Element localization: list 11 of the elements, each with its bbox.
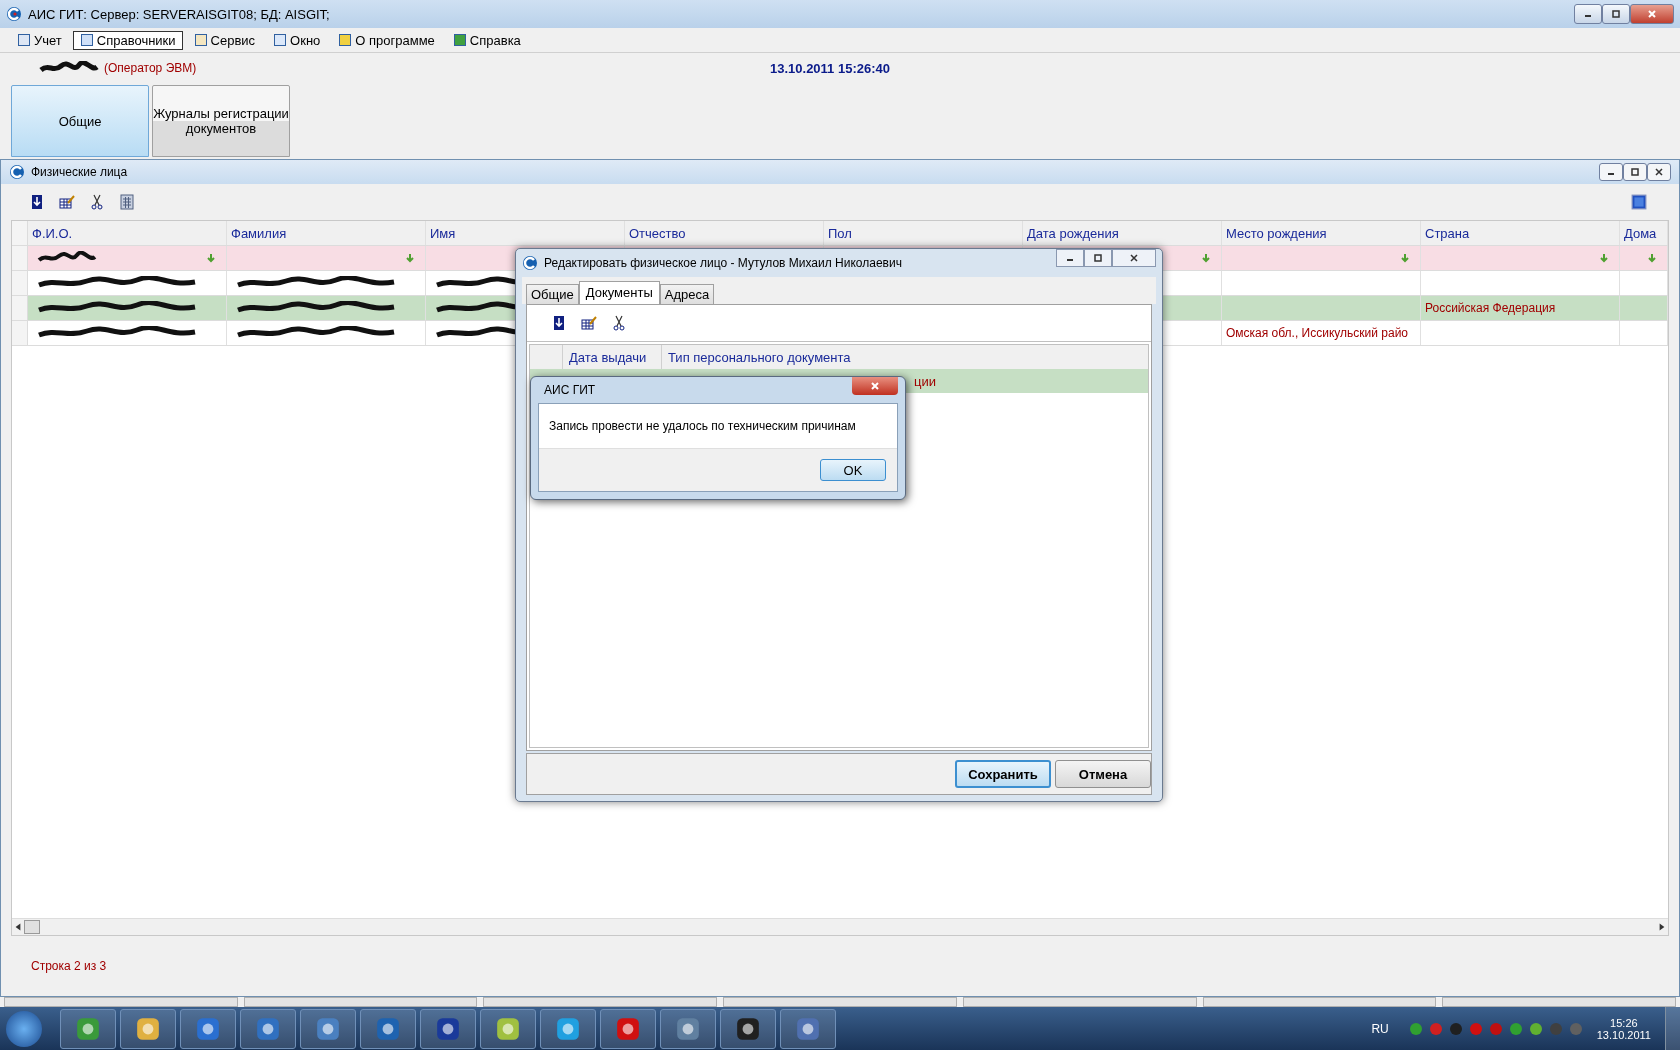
message-title: АИС ГИТ	[544, 383, 596, 397]
dialog-title: Редактировать физическое лицо - Мутулов Михаил Николаевич	[544, 256, 902, 270]
window-title: Физические лица	[31, 165, 128, 179]
status-text: Строка 2 из 3	[31, 959, 107, 973]
message-text: Запись провести не удалось по техническим причинам	[549, 419, 856, 433]
user-role: (Оператор ЭВМ)	[104, 61, 197, 75]
window-title: АИС ГИТ: Сервер: SERVERAISGIT08; БД: AISGIT;	[28, 6, 330, 22]
table-cell: Омская обл., Иссикульский райо	[1226, 326, 1409, 340]
table-cell: Российская Федерация	[1425, 301, 1556, 315]
table-cell: ции	[914, 373, 936, 389]
date-time: 13.10.2011 15:26:40	[770, 60, 890, 76]
